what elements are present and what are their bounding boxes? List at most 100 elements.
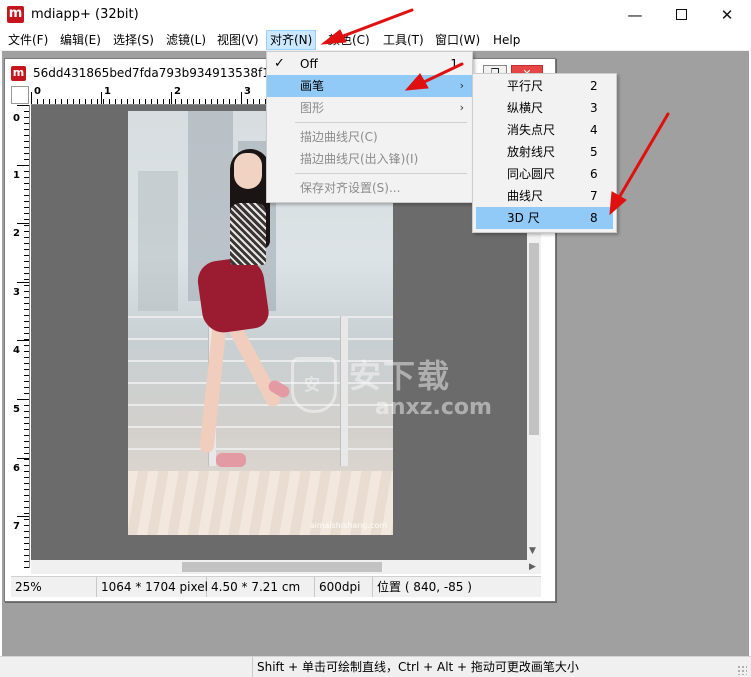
ruler-tick <box>17 458 29 459</box>
ruler-label: 2 <box>13 228 20 239</box>
document-title: 56dd431865bed7fda793b934913538f1a <box>33 66 278 80</box>
ruler-tick <box>17 223 29 224</box>
menu-item-shortcut: 2 <box>590 79 598 93</box>
menu-item-label: 平行尺 <box>507 79 544 93</box>
menu-help[interactable]: Help <box>490 30 523 50</box>
submenu-item-parallel-ruler[interactable]: 平行尺 2 <box>476 75 613 97</box>
background-building <box>138 171 178 311</box>
menu-item-shortcut: 4 <box>590 123 598 137</box>
status-hint: Shift + 单击可绘制直线，Ctrl + Alt + 拖动可更改画笔大小 <box>252 657 579 677</box>
ruler-label: 0 <box>34 86 41 97</box>
menu-item-label: 曲线尺 <box>507 189 544 203</box>
submenu-item-concentric-ruler[interactable]: 同心圆尺 6 <box>476 163 613 185</box>
figure-top <box>230 203 266 265</box>
ruler-label: 5 <box>13 404 20 415</box>
ruler-tick <box>31 92 32 104</box>
ruler-label: 1 <box>13 170 20 181</box>
ruler-label: 2 <box>174 86 181 97</box>
close-button[interactable]: ✕ <box>704 0 750 30</box>
menu-bar: 文件(F) 编辑(E) 选择(S) 滤镜(L) 视图(V) 对齐(N) 颜色(C… <box>0 30 751 51</box>
ruler-tick <box>241 92 242 104</box>
ruler-label: 0 <box>13 113 20 124</box>
app-title: mdiapp+ (32bit) <box>31 7 139 22</box>
ruler-tick <box>17 105 29 106</box>
submenu-item-radial-ruler[interactable]: 放射线尺 5 <box>476 141 613 163</box>
align-menu-dropdown: ✓ Off 1 画笔 › 图形 › 描边曲线尺(C) 描边曲线尺(出入锋)(I)… <box>266 51 473 203</box>
submenu-item-vanishing-point-ruler[interactable]: 消失点尺 4 <box>476 119 613 141</box>
menu-file[interactable]: 文件(F) <box>5 30 51 50</box>
menu-item-off[interactable]: ✓ Off 1 <box>267 53 472 75</box>
menu-item-label: 消失点尺 <box>507 123 556 137</box>
submenu-arrow-icon: › <box>459 79 464 92</box>
menu-view[interactable]: 视图(V) <box>214 30 262 50</box>
menu-tools[interactable]: 工具(T) <box>380 30 427 50</box>
brush-submenu: 平行尺 2 纵横尺 3 消失点尺 4 放射线尺 5 同心圆尺 6 曲线尺 7 3… <box>472 73 617 233</box>
shield-icon-text: 安 <box>304 375 321 394</box>
submenu-item-3d-ruler[interactable]: 3D 尺 8 <box>476 207 613 229</box>
menu-item-shortcut: 5 <box>590 145 598 159</box>
title-bar: m mdiapp+ (32bit) — ✕ <box>0 0 751 30</box>
resize-grip-icon[interactable] <box>737 665 747 675</box>
status-bar: Shift + 单击可绘制直线，Ctrl + Alt + 拖动可更改画笔大小 <box>0 656 751 677</box>
figure-shoe <box>216 453 246 467</box>
ruler-tick <box>101 92 102 104</box>
menu-item-shortcut: 3 <box>590 101 598 115</box>
menu-select[interactable]: 选择(S) <box>110 30 157 50</box>
menu-color[interactable]: 颜色(C) <box>325 30 373 50</box>
scroll-down-arrow-icon[interactable]: ▼ <box>529 546 536 556</box>
menu-item-label: 3D 尺 <box>507 211 540 225</box>
vertical-ruler: 0 1 2 3 4 5 6 7 <box>11 105 30 568</box>
menu-separator <box>295 122 467 123</box>
menu-item-shortcut: 7 <box>590 189 598 203</box>
menu-item-label: 描边曲线尺(出入锋)(I) <box>300 152 419 166</box>
submenu-arrow-icon: › <box>459 101 464 114</box>
horizontal-scroll-thumb[interactable] <box>182 562 382 572</box>
ruler-label: 7 <box>13 521 20 532</box>
zoom-level: 25% <box>11 577 97 597</box>
maximize-button[interactable] <box>658 0 704 30</box>
menu-item-shortcut: 6 <box>590 167 598 181</box>
checkmark-icon: ✓ <box>274 56 285 71</box>
ruler-label: 4 <box>13 345 20 356</box>
menu-edit[interactable]: 编辑(E) <box>57 30 104 50</box>
ruler-tick <box>17 282 29 283</box>
pixel-size: 1064 * 1704 pixel <box>97 577 208 597</box>
resolution: 600dpi <box>315 577 373 597</box>
submenu-item-curve-ruler[interactable]: 曲线尺 7 <box>476 185 613 207</box>
menu-item-brush[interactable]: 画笔 › <box>267 75 472 97</box>
menu-align[interactable]: 对齐(N) <box>266 30 317 50</box>
ruler-corner[interactable] <box>11 86 29 104</box>
horizontal-scrollbar[interactable]: ▶ <box>31 560 541 574</box>
figure-skirt <box>195 254 271 336</box>
menu-item-label: 画笔 <box>300 79 325 93</box>
menu-item-label: 同心圆尺 <box>507 167 556 181</box>
menu-window[interactable]: 窗口(W) <box>432 30 483 50</box>
minimize-button[interactable]: — <box>612 0 658 30</box>
menu-item-label: 纵横尺 <box>507 101 544 115</box>
photo-watermark: aimaishishang.com <box>309 521 387 530</box>
scroll-right-arrow-icon[interactable]: ▶ <box>529 560 536 574</box>
ruler-label: 1 <box>104 86 111 97</box>
site-watermark-cn: 安下载 <box>349 357 452 395</box>
menu-item-stroke-curve-ruler-taper[interactable]: 描边曲线尺(出入锋)(I) <box>267 148 472 170</box>
document-status-bar: 25% 1064 * 1704 pixel 4.50 * 7.21 cm 600… <box>11 576 541 597</box>
app-logo-icon: m <box>7 6 24 23</box>
menu-item-label: 描边曲线尺(C) <box>300 130 378 144</box>
ruler-tick <box>17 165 29 166</box>
site-watermark: 安 安下载 anxz.com <box>291 351 531 431</box>
ruler-label: 3 <box>244 86 251 97</box>
menu-separator <box>295 173 467 174</box>
menu-filter[interactable]: 滤镜(L) <box>163 30 209 50</box>
vertical-scroll-thumb[interactable] <box>529 243 539 435</box>
menu-item-save-align-settings[interactable]: 保存对齐设置(S)... <box>267 177 472 199</box>
menu-item-label: 放射线尺 <box>507 145 556 159</box>
menu-item-shape[interactable]: 图形 › <box>267 97 472 119</box>
figure-face <box>234 153 262 189</box>
physical-size: 4.50 * 7.21 cm <box>207 577 315 597</box>
menu-item-stroke-curve-ruler[interactable]: 描边曲线尺(C) <box>267 126 472 148</box>
ruler-tick <box>17 516 29 517</box>
ruler-tick <box>17 399 29 400</box>
site-watermark-en: anxz.com <box>375 395 492 420</box>
submenu-item-grid-ruler[interactable]: 纵横尺 3 <box>476 97 613 119</box>
ruler-tick <box>171 92 172 104</box>
